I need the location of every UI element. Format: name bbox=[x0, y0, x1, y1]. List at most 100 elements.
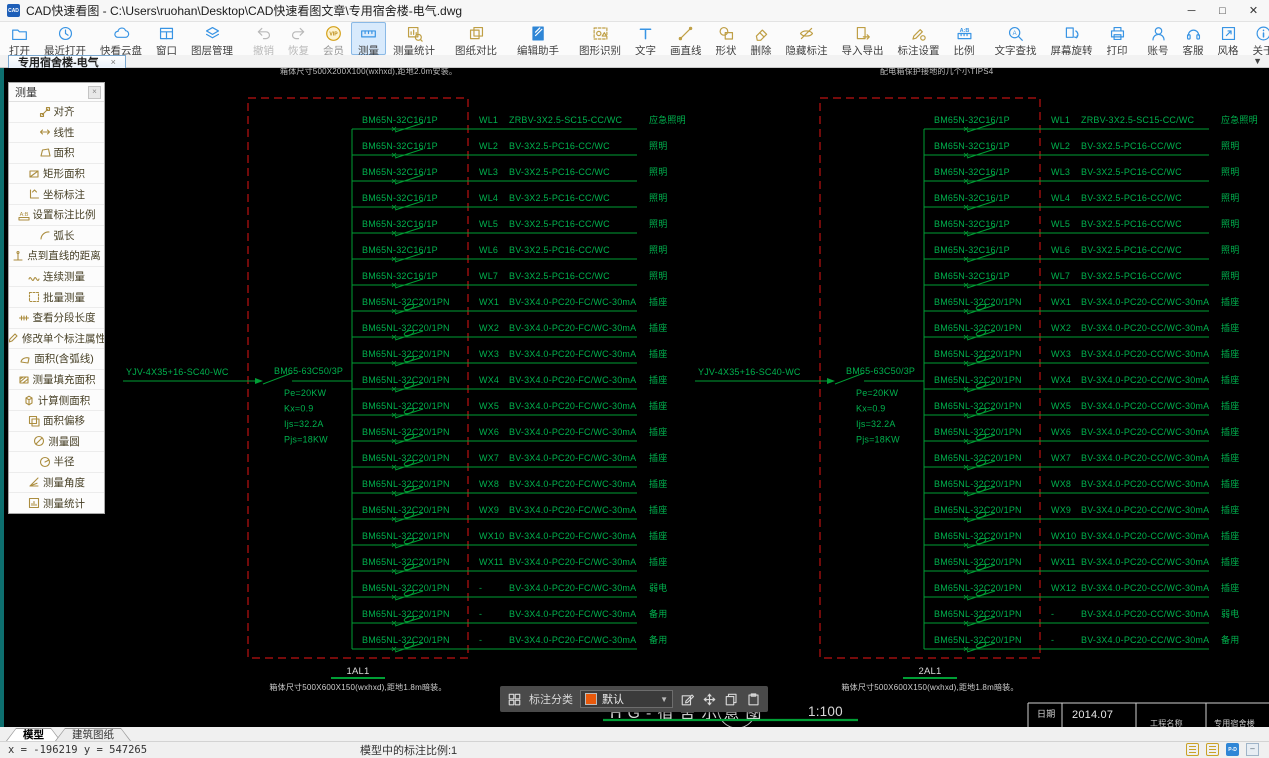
move-annotation-icon[interactable] bbox=[702, 692, 717, 707]
measure-tool-arc-length[interactable]: 弧长 bbox=[9, 226, 104, 247]
toolbar-account[interactable]: 账号 bbox=[1141, 22, 1176, 55]
toolbar-window[interactable]: 窗口 bbox=[149, 22, 184, 55]
cad-drawing[interactable]: 箱体尺寸500X200X100(wxhxd),距地2.0m安装。配电箱保护接地的… bbox=[0, 68, 1269, 727]
svg-text:WL2: WL2 bbox=[479, 141, 498, 151]
toolbar-print[interactable]: 打印 bbox=[1100, 22, 1135, 55]
toolbar-scale-ab[interactable]: A:B比例 bbox=[947, 22, 982, 55]
svg-text:WX10: WX10 bbox=[1051, 531, 1076, 541]
toolbar-drawing-compare[interactable]: 图纸对比 bbox=[448, 22, 504, 55]
distribution-panel-2AL1[interactable]: BM65N-32C16/1PWL1ZRBV-3X2.5-SC15-CC/WC应急… bbox=[695, 98, 1258, 692]
measure-tool-continuous[interactable]: 连续测量 bbox=[9, 267, 104, 288]
measure-tool-label: 半径 bbox=[54, 454, 75, 469]
maximize-button[interactable]: □ bbox=[1207, 0, 1238, 22]
toolbar-eraser[interactable]: 删除 bbox=[744, 22, 779, 55]
layout-tab-sheet[interactable]: 建筑图纸 bbox=[55, 728, 131, 741]
toolbar-layers[interactable]: 图层管理 bbox=[184, 22, 240, 55]
annotation-category-dropdown[interactable]: 默认 ▼ bbox=[580, 690, 673, 708]
svg-text:-: - bbox=[479, 583, 482, 593]
grid-icon[interactable] bbox=[507, 692, 522, 707]
measure-tool-area-offset[interactable]: 面积偏移 bbox=[9, 411, 104, 432]
toolbar-edit-assistant[interactable]: 编辑助手 bbox=[510, 22, 566, 55]
toolbar-measure-stats[interactable]: 测量统计 bbox=[386, 22, 442, 55]
svg-text:BM65NL-32C20/1PN: BM65NL-32C20/1PN bbox=[362, 531, 450, 541]
measure-tool-angle[interactable]: 测量角度 bbox=[9, 473, 104, 494]
svg-text:备用: 备用 bbox=[649, 634, 667, 645]
drawing-canvas[interactable]: 箱体尺寸500X200X100(wxhxd),距地2.0m安装。配电箱保护接地的… bbox=[0, 68, 1269, 727]
svg-text:-: - bbox=[1051, 609, 1054, 619]
toolbar-draw-line[interactable]: 画直线 bbox=[663, 22, 709, 55]
svg-text:BV-3X4.0-PC20-CC/WC-30mA: BV-3X4.0-PC20-CC/WC-30mA bbox=[1081, 583, 1209, 593]
svg-text:BM65NL-32C20/1PN: BM65NL-32C20/1PN bbox=[362, 583, 450, 593]
toolbar-style[interactable]: 风格 bbox=[1211, 22, 1246, 55]
toolbar-shapes[interactable]: 形状 bbox=[709, 22, 744, 55]
measure-panel-close-icon[interactable]: × bbox=[88, 86, 101, 99]
minimize-button[interactable]: ─ bbox=[1176, 0, 1207, 22]
export-gold-icon[interactable] bbox=[1206, 743, 1219, 756]
measure-tool-circle[interactable]: 测量圆 bbox=[9, 432, 104, 453]
edit-annotation-icon[interactable] bbox=[680, 692, 695, 707]
pd-badge-icon[interactable]: P-D bbox=[1226, 743, 1239, 756]
measure-tool-coordinate[interactable]: 坐标标注 bbox=[9, 184, 104, 205]
toolbar-recent-clock[interactable]: 最近打开 bbox=[37, 22, 93, 55]
measure-tool-area[interactable]: 面积 bbox=[9, 143, 104, 164]
toolbar-support-headset[interactable]: 客服 bbox=[1176, 22, 1211, 55]
measure-tool-label: 测量统计 bbox=[43, 496, 85, 511]
measure-tool-fill-area[interactable]: 测量填充面积 bbox=[9, 370, 104, 391]
toolbar-redo[interactable]: 恢复 bbox=[281, 22, 316, 55]
measure-tool-area-arc[interactable]: 面积(含弧线) bbox=[9, 349, 104, 370]
collapse-panel-icon[interactable]: – bbox=[1246, 743, 1259, 756]
measure-tool-label: 测量填充面积 bbox=[33, 372, 96, 387]
svg-text:照明: 照明 bbox=[649, 141, 667, 151]
toolbar-annotation-settings[interactable]: 标注设置 bbox=[891, 22, 947, 55]
svg-text:WX11: WX11 bbox=[479, 557, 504, 567]
toolbar-import-export[interactable]: 导入导出 bbox=[835, 22, 891, 55]
layout-tab-model[interactable]: 模型 bbox=[6, 728, 61, 741]
toolbar-about-info[interactable]: 关于 bbox=[1246, 22, 1269, 55]
doc-gold-icon[interactable] bbox=[1186, 743, 1199, 756]
svg-text:BV-3X4.0-PC20-CC/WC-30mA: BV-3X4.0-PC20-CC/WC-30mA bbox=[1081, 297, 1209, 307]
svg-text:BM65NL-32C20/1PN: BM65NL-32C20/1PN bbox=[362, 297, 450, 307]
toolbar-measure-ruler[interactable]: 测量 bbox=[351, 22, 386, 55]
svg-text:BM65N-32C16/1P: BM65N-32C16/1P bbox=[934, 219, 1010, 229]
measure-tool-segment[interactable]: 查看分段长度 bbox=[9, 308, 104, 329]
toolbar-collapse-icon[interactable]: ▼ bbox=[1253, 56, 1262, 66]
tab-close-icon[interactable]: × bbox=[111, 57, 116, 67]
svg-text:照明: 照明 bbox=[1221, 167, 1239, 177]
toolbar-undo[interactable]: 撤销 bbox=[246, 22, 281, 55]
toolbar-shape-recognition[interactable]: 图形识别 bbox=[572, 22, 628, 55]
measure-tool-linear[interactable]: 线性 bbox=[9, 123, 104, 144]
toolbar-screen-rotate[interactable]: 屏幕旋转 bbox=[1044, 22, 1100, 55]
svg-text:YJV-4X35+16-SC40-WC: YJV-4X35+16-SC40-WC bbox=[126, 367, 229, 377]
measure-tool-label: 连续测量 bbox=[43, 269, 85, 284]
svg-text:照明: 照明 bbox=[649, 271, 667, 281]
measure-tool-stats[interactable]: 测量统计 bbox=[9, 493, 104, 513]
toolbar-vip[interactable]: VIP会员 bbox=[316, 22, 351, 55]
measure-tool-align[interactable]: 对齐 bbox=[9, 102, 104, 123]
measure-tool-label: 测量角度 bbox=[43, 475, 85, 490]
svg-text:BM65N-32C16/1P: BM65N-32C16/1P bbox=[934, 193, 1010, 203]
copy-annotation-icon[interactable] bbox=[724, 692, 739, 707]
toolbar-hide-annotations[interactable]: 隐藏标注 bbox=[779, 22, 835, 55]
toolbar-text-search[interactable]: A文字查找 bbox=[988, 22, 1044, 55]
annotation-toolbar: 标注分类 默认 ▼ bbox=[500, 686, 768, 712]
distribution-panel-1AL1[interactable]: BM65N-32C16/1PWL1ZRBV-3X2.5-SC15-CC/WC应急… bbox=[123, 98, 686, 692]
document-tab[interactable]: 专用宿舍楼-电气 × bbox=[8, 55, 126, 68]
measure-tool-point-line[interactable]: 点到直线的距离 bbox=[9, 246, 104, 267]
svg-text:BV-3X4.0-PC20-CC/WC-30mA: BV-3X4.0-PC20-CC/WC-30mA bbox=[1081, 531, 1209, 541]
toolbar-cloud[interactable]: 快看云盘 bbox=[93, 22, 149, 55]
paste-annotation-icon[interactable] bbox=[746, 692, 761, 707]
close-button[interactable]: ✕ bbox=[1238, 0, 1269, 22]
svg-text:BV-3X4.0-PC20-FC/WC-30mA: BV-3X4.0-PC20-FC/WC-30mA bbox=[509, 401, 636, 411]
svg-text:BM65N-32C16/1P: BM65N-32C16/1P bbox=[362, 219, 438, 229]
svg-text:BM65-63C50/3P: BM65-63C50/3P bbox=[274, 366, 343, 376]
measure-tool-side-area[interactable]: 计算侧面积 bbox=[9, 390, 104, 411]
measure-tool-scale-set[interactable]: A:B设置标注比例 bbox=[9, 205, 104, 226]
measure-tool-batch[interactable]: 批量测量 bbox=[9, 287, 104, 308]
measure-tool-modify[interactable]: 修改单个标注属性 bbox=[9, 329, 104, 350]
measure-panel-header[interactable]: 测量 × bbox=[9, 83, 104, 102]
measure-tool-rect-area[interactable]: 矩形面积 bbox=[9, 164, 104, 185]
svg-text:WX7: WX7 bbox=[1051, 453, 1071, 463]
toolbar-text[interactable]: 文字 bbox=[628, 22, 663, 55]
toolbar-open-folder[interactable]: 打开 bbox=[2, 22, 37, 55]
measure-tool-radius[interactable]: 半径 bbox=[9, 452, 104, 473]
